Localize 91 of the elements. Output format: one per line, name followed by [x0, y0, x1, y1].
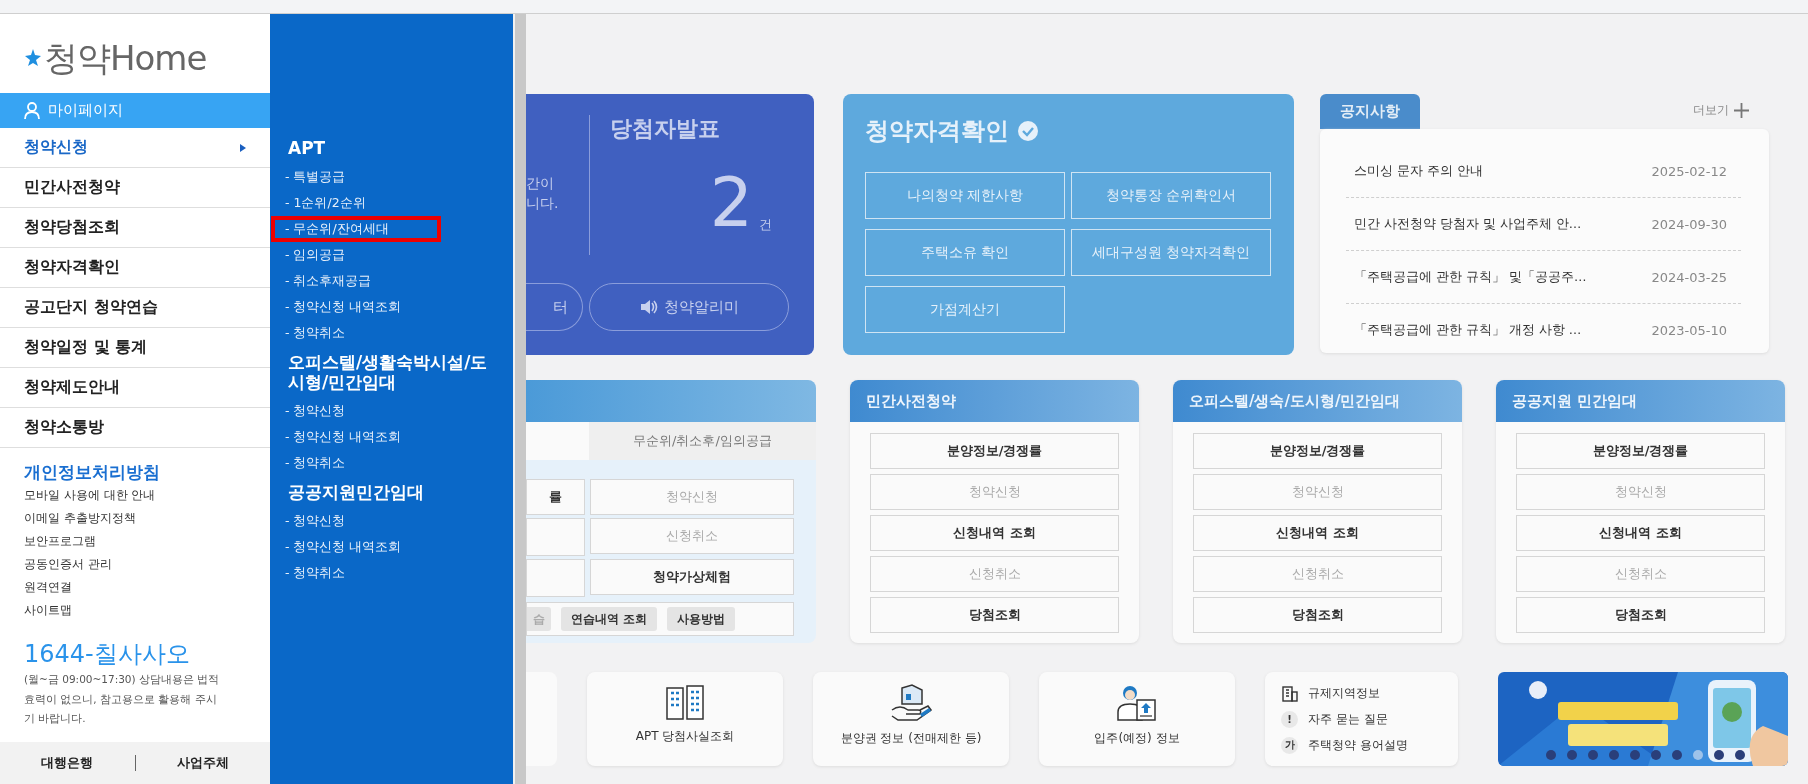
house-hand-icon [890, 684, 932, 722]
footer-link[interactable]: 사이트맵 [0, 599, 270, 622]
slide-dot[interactable] [1735, 750, 1745, 760]
building-icon [1281, 684, 1298, 702]
grid-button[interactable]: 청약가상체험 [590, 559, 794, 595]
scrollbar[interactable] [513, 14, 526, 784]
person-document-icon [1117, 684, 1157, 722]
service-button[interactable]: 신청내역 조회 [1516, 515, 1765, 551]
buildings-icon [665, 684, 705, 720]
submenu-link[interactable]: - 청약신청 내역조회 [271, 294, 441, 320]
submenu-link[interactable]: - 특별공급 [271, 164, 441, 190]
tile-card[interactable] [526, 672, 557, 766]
footer-link[interactable]: 공동인증서 관리 [0, 553, 270, 576]
slide-dot[interactable] [1630, 750, 1640, 760]
submenu-link[interactable]: - 무순위/잔여세대 [271, 216, 441, 242]
submenu-link[interactable]: - 청약취소 [271, 560, 441, 586]
submenu-heading: APT [288, 138, 327, 158]
footer-link[interactable]: 보안프로그램 [0, 530, 270, 553]
help-link[interactable]: ! 자주 묻는 질문 [1281, 710, 1442, 728]
submenu-heading: 오피스텔/생활숙박시설/도시형/민간임대 [288, 352, 489, 392]
service-button[interactable]: 당첨조회 [1193, 597, 1442, 633]
glyph-icon: 가 [1281, 736, 1298, 754]
slide-dot[interactable] [1546, 750, 1556, 760]
footer-link[interactable]: 사업주체 [135, 754, 270, 772]
submenu-link[interactable]: - 청약신청 [271, 398, 441, 424]
phone-number: 1644-칠사사오 [23, 639, 191, 670]
slide-dot[interactable] [1672, 750, 1682, 760]
notice-date: 2024-09-30 [1651, 216, 1727, 232]
speaker-icon [639, 299, 658, 315]
service-button[interactable]: 당첨조회 [1516, 597, 1765, 633]
small-button[interactable]: 사용방법 [667, 607, 736, 631]
notice-text: (월~금 09:00~17:30) 상담내용은 법적효력이 없으니, 참고용으로 활용해 주시기 바랍니다. [23, 672, 221, 726]
footer-link[interactable]: 대행은행 [0, 754, 135, 772]
notice-date: 2023-05-10 [1651, 322, 1727, 338]
logo[interactable]: 청약Home [44, 37, 207, 78]
grid-button[interactable] [526, 559, 585, 597]
grid-button[interactable]: 률 [526, 479, 585, 515]
quick-tile[interactable]: 분양권 정보 (전매제한 등) [813, 672, 1009, 766]
submenu-link[interactable]: - 청약취소 [271, 320, 441, 346]
quick-tile[interactable]: 입주(예정) 정보 [1039, 672, 1235, 766]
notice-date: 2025-02-12 [1651, 163, 1727, 179]
grid-button[interactable] [526, 518, 585, 556]
notice-title[interactable]: 「주택공급에 관한 규칙」 및「공공주… [1354, 268, 1587, 286]
card-title: 청약자격확인 [865, 116, 1009, 147]
service-button[interactable]: 당첨조회 [870, 597, 1119, 633]
notice-title[interactable]: 「주택공급에 관한 규칙」 개정 사항 … [1354, 321, 1582, 339]
tab[interactable]: 무순위/취소후/임의공급 [589, 422, 816, 460]
service-button[interactable]: 신청내역 조회 [870, 515, 1119, 551]
star-icon [24, 48, 42, 67]
card-text: 니다. [526, 194, 560, 213]
card-title: 오피스텔/생숙/도시형/민간임대 [1189, 391, 1401, 411]
card-title: 민간사전청약 [866, 391, 956, 411]
submenu-link[interactable]: - 임의공급 [271, 242, 441, 268]
submenu-link[interactable]: - 청약취소 [271, 450, 441, 476]
slide-dot[interactable] [1609, 750, 1619, 760]
service-button[interactable]: 분양정보/경쟁률 [1516, 433, 1765, 469]
card-title: 공공지원 민간임대 [1512, 391, 1638, 411]
submenu-link[interactable]: - 취소후재공급 [271, 268, 441, 294]
footer-link[interactable]: 모바일 사용에 대한 안내 [0, 484, 270, 507]
winner-count: 2 [709, 171, 753, 235]
glyph-icon: ! [1281, 710, 1298, 728]
submenu-link[interactable]: - 청약신청 내역조회 [271, 534, 441, 560]
caret-icon [240, 143, 246, 152]
slide-dot[interactable] [1714, 750, 1724, 760]
notice-title[interactable]: 스미싱 문자 주의 안내 [1354, 162, 1483, 180]
slide-dot[interactable] [1693, 750, 1703, 760]
footer-link[interactable]: 이메일 추출방지정책 [0, 507, 270, 530]
service-button[interactable]: 신청내역 조회 [1193, 515, 1442, 551]
footer-link[interactable]: 원격연결 [0, 576, 270, 599]
person-icon [24, 102, 40, 119]
policy-link[interactable]: 개인정보처리방침 [0, 448, 270, 484]
check-circle-icon [1017, 120, 1039, 142]
count-unit: 건 [759, 216, 772, 234]
submenu-link[interactable]: - 청약신청 내역조회 [271, 424, 441, 450]
service-button[interactable]: 분양정보/경쟁률 [870, 433, 1119, 469]
help-link[interactable]: 규제지역정보 [1281, 684, 1442, 702]
slide-dot[interactable] [1567, 750, 1577, 760]
small-button[interactable]: 연습내역 조회 [561, 607, 658, 631]
notice-title[interactable]: 민간 사전청약 당첨자 및 사업주체 안… [1354, 215, 1582, 233]
card-text: 간이 [526, 174, 555, 193]
submenu-link[interactable]: - 청약신청 [271, 508, 441, 534]
notice-date: 2024-03-25 [1651, 269, 1727, 285]
plus-icon [1734, 103, 1749, 118]
submenu-link[interactable]: - 1순위/2순위 [271, 190, 441, 216]
submenu-heading: 공공지원민간임대 [288, 482, 425, 502]
quick-tile[interactable]: APT 당첨사실조회 [587, 672, 783, 766]
service-button[interactable]: 분양정보/경쟁률 [1193, 433, 1442, 469]
slide-dot[interactable] [1588, 750, 1598, 760]
card-title: 당첨자발표 [610, 115, 721, 143]
help-link[interactable]: 가 주택청약 용어설명 [1281, 736, 1442, 754]
slide-dot[interactable] [1651, 750, 1661, 760]
